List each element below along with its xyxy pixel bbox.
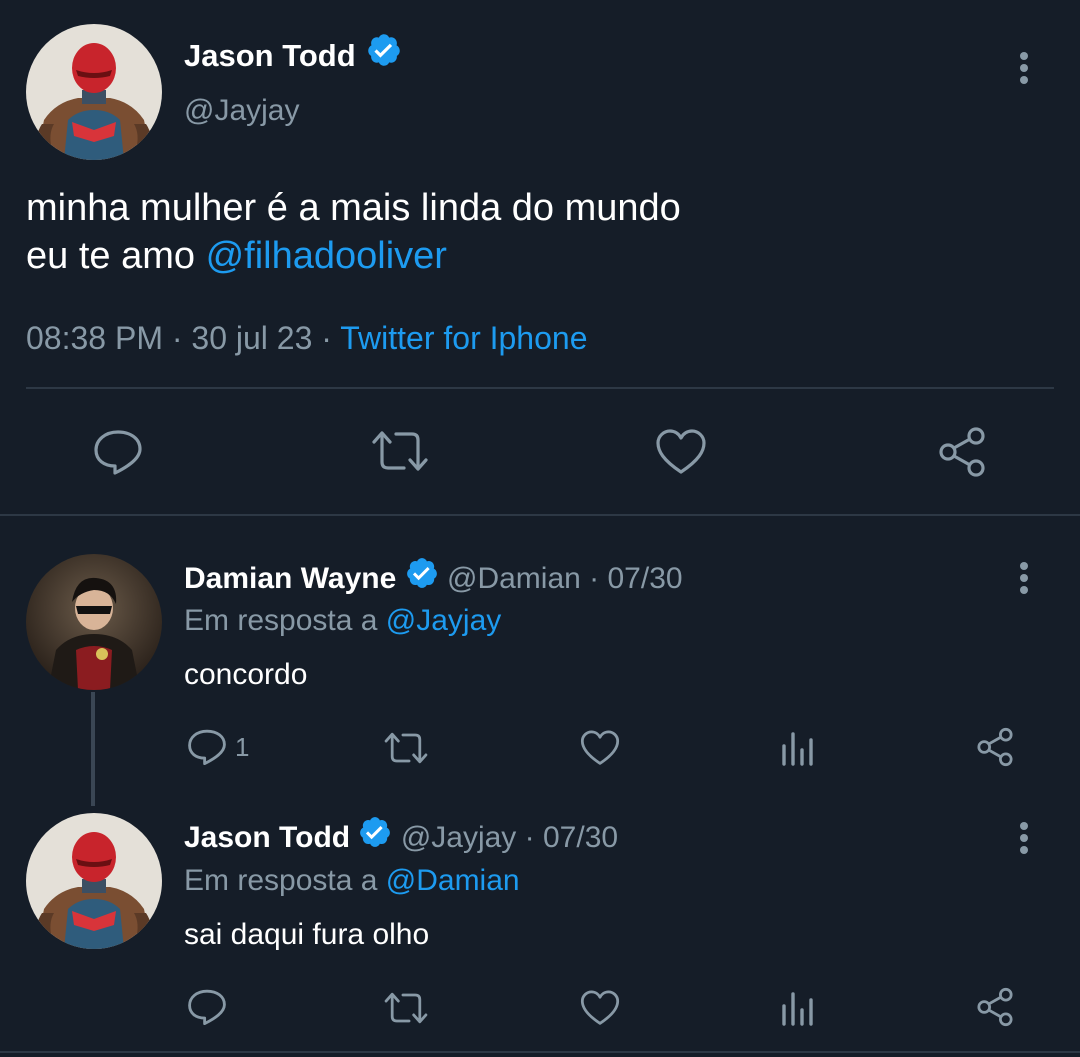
more-vertical-icon[interactable] (1019, 562, 1029, 598)
reply-button[interactable] (187, 988, 227, 1026)
more-vertical-icon[interactable] (1019, 822, 1029, 858)
avatar[interactable] (26, 554, 162, 690)
reply-button[interactable] (93, 428, 143, 476)
thread-line (91, 692, 95, 806)
heart-icon (580, 730, 620, 765)
reply-to-link[interactable]: @Damian (386, 864, 520, 897)
meta-separator: · (589, 562, 600, 595)
author-handle[interactable]: @Damian (447, 562, 581, 595)
avatar[interactable] (26, 813, 162, 949)
author-name[interactable]: Damian Wayne (184, 562, 396, 595)
meta-separator: · (321, 320, 332, 356)
comment-bubble-icon (188, 729, 226, 766)
verified-badge-icon (364, 34, 402, 78)
comment-bubble-icon (188, 989, 226, 1026)
divider (0, 1051, 1080, 1053)
tweet-text: sai daqui fura olho (184, 918, 430, 951)
retweet-button[interactable] (383, 730, 429, 766)
meta-separator: · (524, 821, 535, 854)
retweet-button[interactable] (383, 990, 429, 1026)
author-name[interactable]: Jason Todd (184, 821, 350, 854)
tweet-source-link[interactable]: Twitter for Iphone (340, 320, 587, 356)
tweet-text-line1: minha mulher é a mais linda do mundo (26, 187, 681, 229)
tweet-meta: 08:38 PM · 30 jul 23 · Twitter for Iphon… (26, 318, 587, 358)
share-icon (977, 987, 1013, 1027)
retweet-button[interactable] (370, 428, 430, 474)
meta-separator: · (171, 320, 183, 356)
reply-to-link[interactable]: @Jayjay (386, 604, 502, 637)
heart-icon (656, 429, 706, 474)
tweet-date: 07/30 (607, 562, 683, 595)
author-handle[interactable]: @Jayjay (184, 94, 300, 128)
author-name[interactable]: Jason Todd (184, 38, 356, 73)
bar-chart-icon (782, 732, 813, 766)
share-icon (977, 727, 1013, 767)
reply-context: Em resposta a @Jayjay (184, 604, 502, 637)
tweet-time: 08:38 PM (26, 320, 163, 356)
verified-badge-icon (405, 557, 439, 600)
retweet-icon (384, 732, 428, 764)
verified-badge-icon (358, 816, 392, 859)
mention-link[interactable]: @filhadooliver (206, 235, 447, 277)
like-button[interactable] (580, 989, 620, 1027)
share-button[interactable] (975, 987, 1015, 1027)
like-button[interactable] (580, 729, 620, 767)
retweet-icon (372, 431, 428, 471)
retweet-icon (384, 992, 428, 1024)
reply-count: 1 (235, 731, 250, 762)
tweet-text: minha mulher é a mais linda do mundo eu … (26, 184, 681, 280)
share-icon (939, 427, 985, 477)
reply-context: Em resposta a @Damian (184, 864, 520, 897)
analytics-button[interactable] (780, 990, 816, 1026)
divider (26, 387, 1054, 389)
share-button[interactable] (936, 426, 988, 478)
comment-bubble-icon (94, 430, 142, 475)
analytics-button[interactable] (780, 730, 816, 766)
avatar[interactable] (26, 24, 162, 160)
tweet-text: concordo (184, 658, 308, 691)
divider (0, 514, 1080, 516)
more-vertical-icon[interactable] (1019, 52, 1029, 88)
tweet-date: 07/30 (543, 821, 619, 854)
tweet-text-line2: eu te amo (26, 235, 206, 277)
heart-icon (580, 990, 620, 1025)
reply-button[interactable]: 1 (187, 728, 249, 766)
tweet-date: 30 jul 23 (191, 320, 313, 356)
author-handle[interactable]: @Jayjay (401, 821, 517, 854)
share-button[interactable] (975, 727, 1015, 767)
bar-chart-icon (782, 992, 813, 1026)
like-button[interactable] (655, 428, 707, 476)
